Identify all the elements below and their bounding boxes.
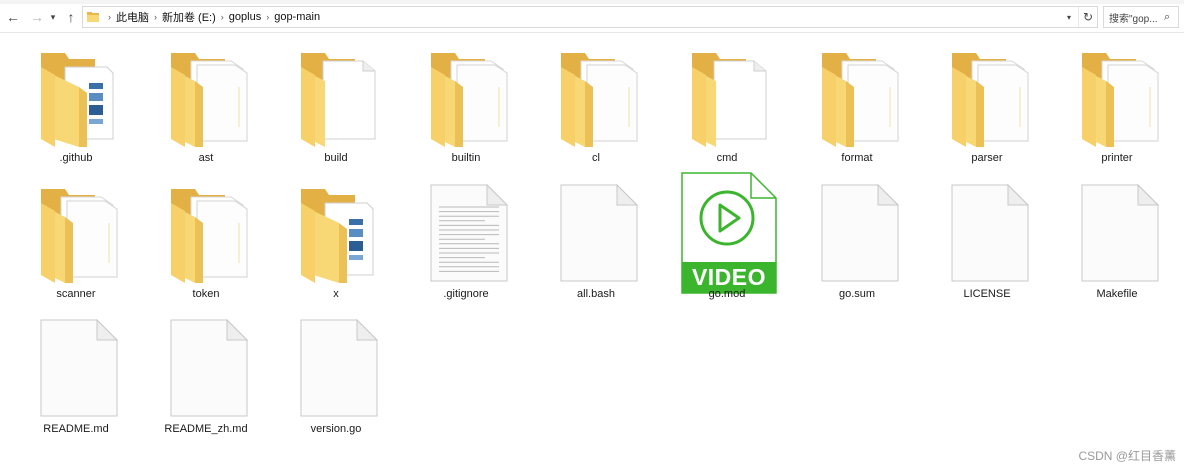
up-arrow-icon: ↑: [67, 9, 75, 25]
forward-arrow-icon: →: [30, 9, 44, 25]
search-icon: ⌕: [1164, 10, 1171, 23]
text-file-icon: [429, 183, 509, 283]
breadcrumb-this-pc[interactable]: 此电脑: [116, 9, 149, 25]
breadcrumb-separator: ›: [108, 12, 111, 22]
item-name: README_zh.md: [164, 423, 248, 435]
folder-icon: [429, 47, 509, 147]
folder-item[interactable]: x: [281, 169, 391, 300]
item-name: Makefile: [1096, 288, 1138, 300]
item-name: scanner: [56, 288, 96, 300]
refresh-button[interactable]: ↻: [1078, 7, 1097, 27]
breadcrumb-gop-main[interactable]: gop-main: [274, 11, 320, 23]
folder-icon: [39, 183, 119, 283]
folder-item[interactable]: .github: [21, 33, 131, 164]
folder-icon: [169, 47, 249, 147]
folder-icon: [690, 47, 770, 147]
watermark: CSDN @红目香薰: [1078, 449, 1176, 463]
item-name: README.md: [43, 423, 109, 435]
item-name: ast: [198, 152, 214, 164]
folder-item[interactable]: builtin: [411, 33, 521, 164]
folder-icon: [1080, 47, 1160, 147]
breadcrumb-separator: ›: [154, 12, 157, 22]
chevron-down-icon: ▾: [1066, 12, 1071, 22]
item-name: build: [324, 152, 348, 164]
back-button[interactable]: ←: [4, 6, 22, 28]
item-name: format: [841, 152, 873, 164]
folder-icon: [299, 47, 379, 147]
folder-item[interactable]: token: [151, 169, 261, 300]
file-item[interactable]: Makefile: [1062, 169, 1172, 300]
folder-icon: [559, 47, 639, 147]
folder-item[interactable]: parser: [932, 33, 1042, 164]
file-item[interactable]: VIDEO go.mod: [672, 169, 782, 300]
item-name: LICENSE: [963, 288, 1011, 300]
blank-file-icon: [39, 318, 119, 418]
recent-locations-button[interactable]: ▾: [47, 6, 59, 28]
search-placeholder: 搜索"gop...: [1109, 13, 1158, 25]
folder-item[interactable]: ast: [151, 33, 261, 164]
file-item[interactable]: version.go: [281, 304, 391, 435]
file-item[interactable]: README.md: [21, 304, 131, 435]
blank-file-icon: [559, 183, 639, 283]
navigation-bar: ← → ▾ ↑ › 此电脑 › 新加卷 (E:) › goplus › gop-…: [0, 4, 1184, 33]
folder-item[interactable]: cl: [541, 33, 651, 164]
address-bar[interactable]: › 此电脑 › 新加卷 (E:) › goplus › gop-main ▾ ↻: [82, 6, 1098, 28]
item-name: version.go: [310, 423, 362, 435]
file-item[interactable]: .gitignore: [411, 169, 521, 300]
blank-file-icon: [950, 183, 1030, 283]
item-name: .github: [59, 152, 93, 164]
file-item[interactable]: all.bash: [541, 169, 651, 300]
folder-icon: [169, 183, 249, 283]
breadcrumb-separator: ›: [220, 12, 224, 22]
item-name: builtin: [451, 152, 481, 164]
folder-item[interactable]: scanner: [21, 169, 131, 300]
item-name: cl: [592, 152, 600, 164]
back-arrow-icon: ←: [6, 9, 20, 25]
blank-file-icon: [299, 318, 379, 418]
refresh-icon: ↻: [1082, 10, 1094, 24]
folder-icon: [87, 12, 99, 22]
up-button[interactable]: ↑: [62, 6, 80, 28]
folder-item[interactable]: printer: [1062, 33, 1172, 164]
file-item[interactable]: README_zh.md: [151, 304, 261, 435]
item-name: all.bash: [577, 288, 615, 300]
breadcrumb-drive-e[interactable]: 新加卷 (E:): [162, 9, 216, 25]
chevron-down-icon: ▾: [50, 11, 56, 22]
address-dropdown-button[interactable]: ▾: [1060, 7, 1078, 27]
blank-file-icon: [820, 183, 900, 283]
folder-icon: [39, 47, 119, 147]
file-list: .github ast build builtin cl cmd format parser p…: [0, 33, 1184, 470]
file-item[interactable]: go.sum: [802, 169, 912, 300]
blank-file-icon: [169, 318, 249, 418]
folder-item[interactable]: format: [802, 33, 912, 164]
breadcrumb-separator: ›: [266, 12, 270, 22]
video-file-icon: VIDEO: [681, 172, 777, 294]
item-name: go.sum: [838, 288, 876, 300]
folder-icon: [299, 183, 379, 283]
item-name: printer: [1101, 152, 1133, 164]
file-item[interactable]: LICENSE: [932, 169, 1042, 300]
forward-button[interactable]: →: [28, 6, 46, 28]
folder-item[interactable]: build: [281, 33, 391, 164]
breadcrumb-goplus[interactable]: goplus: [229, 11, 261, 23]
blank-file-icon: [1080, 183, 1160, 283]
item-name: token: [192, 288, 220, 300]
item-name: cmd: [716, 152, 738, 164]
search-input[interactable]: 搜索"gop... ⌕: [1103, 6, 1179, 28]
file-explorer-window: ← → ▾ ↑ › 此电脑 › 新加卷 (E:) › goplus › gop-…: [0, 0, 1184, 470]
item-name: x: [333, 288, 339, 300]
item-name: parser: [971, 152, 1003, 164]
folder-item[interactable]: cmd: [672, 33, 782, 164]
item-name: .gitignore: [443, 288, 489, 300]
folder-icon: [950, 47, 1030, 147]
folder-icon: [820, 47, 900, 147]
item-name: go.mod: [708, 288, 746, 300]
